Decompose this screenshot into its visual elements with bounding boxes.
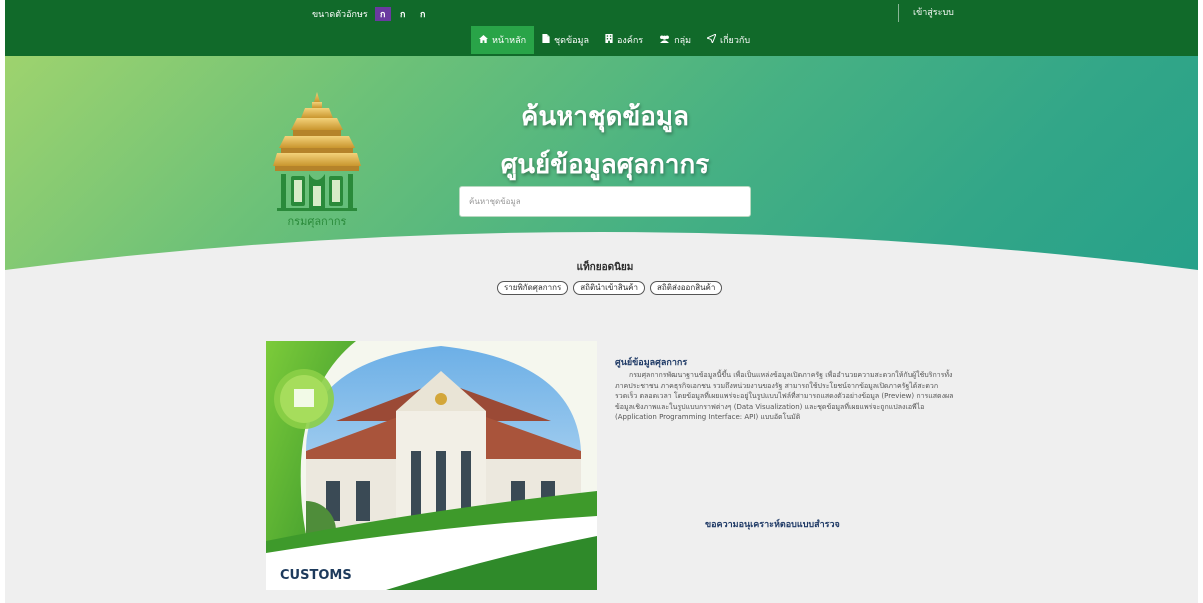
search-input[interactable]	[459, 186, 751, 217]
hero-banner: กรมศุลกากร ค้นหาชุดข้อมูล ศูนย์ข้อมูลศุล…	[5, 56, 1198, 312]
about-title: ศูนย์ข้อมูลศุลกากร	[615, 358, 688, 368]
building-icon	[605, 34, 613, 46]
nav-item-label: กลุ่ม	[674, 36, 692, 46]
customs-department-logo: กรมศุลกากร	[273, 92, 361, 228]
font-size-switcher: ขนาดตัวอักษร ก ก ก	[312, 7, 431, 21]
hero-title: ค้นหาชุดข้อมูล	[521, 102, 689, 132]
font-size-medium-button[interactable]: ก	[395, 7, 411, 21]
home-icon	[479, 34, 488, 46]
photo-caption: CUSTOMS	[280, 568, 352, 583]
survey-link[interactable]: ขอความอนุเคราะห์ตอบแบบสำรวจ	[705, 517, 840, 531]
font-size-label: ขนาดตัวอักษร	[312, 10, 368, 20]
logo-text: กรมศุลกากร	[288, 215, 347, 228]
nav-item-label: องค์กร	[617, 36, 644, 46]
hero-subtitle: ศูนย์ข้อมูลศุลกากร	[500, 150, 710, 180]
popular-tags-heading: แท็กยอดนิยม	[576, 262, 634, 273]
tag-import-stats[interactable]: สถิตินำเข้าสินค้า	[573, 281, 646, 295]
send-icon	[705, 33, 717, 46]
tag-tariff[interactable]: รายพิกัดศุลกากร	[497, 281, 569, 295]
nav-item-about[interactable]: เกี่ยวกับ	[699, 26, 758, 54]
group-icon	[659, 34, 670, 46]
nav-item-home[interactable]: หน้าหลัก	[471, 26, 535, 54]
about-description: กรมศุลกากรพัฒนาฐานข้อมูลนี้ขึ้น เพื่อเป็…	[615, 371, 954, 421]
file-icon	[542, 34, 550, 46]
nav-item-label: เกี่ยวกับ	[720, 36, 751, 46]
nav-item-label: ชุดข้อมูล	[554, 36, 590, 46]
font-size-large-button[interactable]: ก	[415, 7, 431, 21]
font-size-small-button[interactable]: ก	[374, 7, 391, 21]
page: ขนาดตัวอักษร ก ก ก เข้าสู่ระบบ หน้าหลัก …	[5, 0, 1198, 603]
nav-item-label: หน้าหลัก	[492, 36, 527, 46]
top-bar: ขนาดตัวอักษร ก ก ก เข้าสู่ระบบ หน้าหลัก …	[5, 0, 1198, 56]
nav-item-groups[interactable]: กลุ่ม	[651, 26, 699, 54]
nav-item-organizations[interactable]: องค์กร	[597, 26, 651, 54]
nav-item-datasets[interactable]: ชุดข้อมูล	[534, 26, 597, 54]
login-link[interactable]: เข้าสู่ระบบ	[898, 4, 954, 22]
customs-building-photo: CUSTOMS	[266, 341, 597, 590]
main-nav: หน้าหลัก ชุดข้อมูล องค์กร กลุ่ม เกี่ยวกั…	[471, 26, 758, 54]
popular-tags: รายพิกัดศุลกากร สถิตินำเข้าสินค้า สถิติส…	[497, 281, 723, 295]
tag-export-stats[interactable]: สถิติส่งออกสินค้า	[650, 281, 723, 295]
